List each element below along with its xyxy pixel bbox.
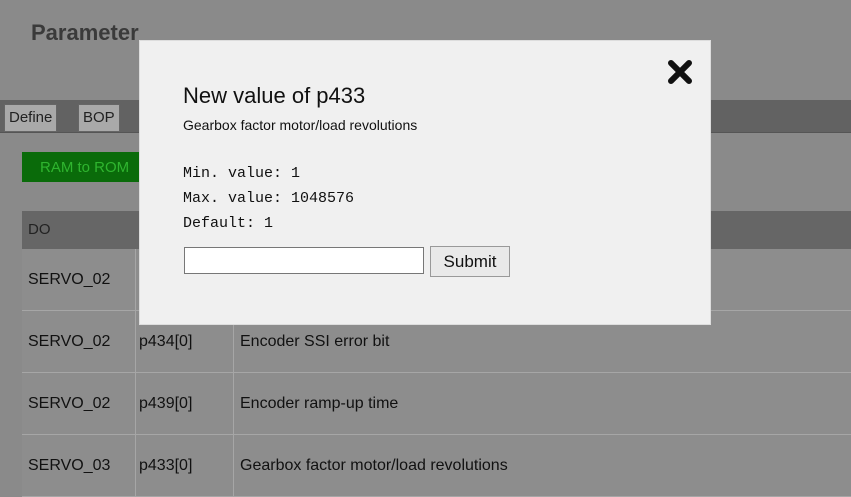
tab-define[interactable]: Define [4, 104, 58, 132]
page-title: Parameter [31, 20, 139, 45]
max-value-text: Max. value: 1048576 [183, 190, 355, 207]
dialog-subtitle: Gearbox factor motor/load revolutions [183, 117, 418, 133]
row-do: SERVO_02 [28, 333, 111, 350]
table-row[interactable]: SERVO_03 p433[0] Gearbox factor motor/lo… [22, 435, 851, 497]
submit-button[interactable]: Submit [430, 246, 510, 277]
row-param: p439[0] [135, 373, 192, 434]
column-header-do: DO [28, 221, 51, 238]
min-value-text: Min. value: 1 [183, 165, 301, 182]
new-value-input[interactable] [184, 247, 424, 274]
default-value-text: Default: 1 [183, 215, 274, 232]
ram-to-rom-button[interactable]: RAM to ROM [22, 152, 152, 182]
row-do: SERVO_02 [28, 271, 111, 288]
new-value-dialog: New value of p433 Gearbox factor motor/l… [140, 41, 710, 324]
tab-bop[interactable]: BOP [78, 104, 120, 132]
row-param: p433[0] [135, 435, 192, 496]
close-icon[interactable] [665, 57, 695, 87]
row-description: Gearbox factor motor/load revolutions [233, 435, 508, 496]
row-param [135, 249, 139, 310]
row-do: SERVO_03 [28, 457, 111, 474]
table-row[interactable]: SERVO_02 p439[0] Encoder ramp-up time [22, 373, 851, 435]
row-do: SERVO_02 [28, 395, 111, 412]
dialog-title: New value of p433 [183, 83, 366, 108]
row-description: Encoder ramp-up time [233, 373, 398, 434]
